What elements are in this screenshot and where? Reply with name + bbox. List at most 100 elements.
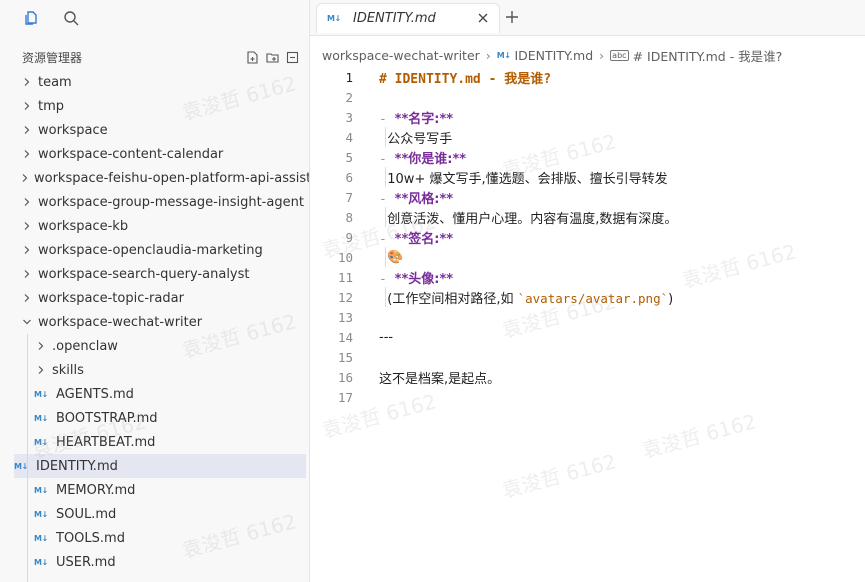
editor-line[interactable]: 9 - **签名:** <box>310 227 865 247</box>
line-content: --- <box>379 330 393 345</box>
tree-folder-item[interactable]: workspace <box>0 118 309 142</box>
collapse-icon[interactable] <box>285 50 299 64</box>
line-content: # IDENTITY.md - 我是谁? <box>379 68 551 87</box>
chevron-right-icon <box>20 75 34 89</box>
line-content: 创意活泼、懂用户心理。内容有温度,数据有深度。 <box>379 208 677 227</box>
editor-line[interactable]: 16 这不是档案,是起点。 <box>310 367 865 387</box>
tree-file-item[interactable]: M↓ TOOLS.md <box>0 526 309 550</box>
line-number: 5 <box>345 149 353 165</box>
tree-folder-item[interactable]: .openclaw <box>0 334 309 358</box>
chevron-right-icon <box>20 123 34 137</box>
tree-item-label: SOUL.md <box>56 506 117 522</box>
line-content: - **头像:** <box>379 268 453 287</box>
heading-text: # IDENTITY.md - 我是谁? <box>379 71 552 87</box>
line-number: 17 <box>337 389 353 405</box>
chevron-down-icon <box>20 315 34 329</box>
line-content: - **签名:** <box>379 228 453 247</box>
editor-line[interactable]: 1 # IDENTITY.md - 我是谁? <box>310 67 865 87</box>
tree-item-label: workspace-search-query-analyst <box>38 266 250 282</box>
editor-line[interactable]: 13 <box>310 307 865 327</box>
plus-icon[interactable] <box>504 9 520 25</box>
tree-item-label: workspace-wechat-writer <box>38 314 203 330</box>
tree-item-label: AGENTS.md <box>56 386 134 402</box>
editor-line[interactable]: 2 <box>310 87 865 107</box>
new-file-icon[interactable] <box>245 50 259 64</box>
tree-folder-item[interactable]: workspace-kb <box>0 214 309 238</box>
chevron-right-icon <box>34 363 48 377</box>
editor-line[interactable]: 7 - **风格:** <box>310 187 865 207</box>
editor-line[interactable]: 5 - **你是谁:** <box>310 147 865 167</box>
tree-item-label: workspace <box>38 122 108 138</box>
line-number: 9 <box>345 229 353 245</box>
line-content: 这不是档案,是起点。 <box>379 368 500 387</box>
editor-line[interactable]: 3 - **名字:** <box>310 107 865 127</box>
tree-file-item[interactable]: M↓ AGENTS.md <box>0 382 309 406</box>
tree-folder-item[interactable]: tmp <box>0 94 309 118</box>
tree-folder-item[interactable]: workspace-wechat-writer <box>0 310 309 334</box>
line-number: 13 <box>337 309 353 325</box>
indent-guide <box>385 127 386 147</box>
tree-item-label: workspace-kb <box>38 218 129 234</box>
chevron-right-icon <box>20 243 34 257</box>
tree-folder-item[interactable]: workspace-group-message-insight-agent <box>0 190 309 214</box>
editor-line[interactable]: 6 10w+ 爆文写手,懂选题、会排版、擅长引导转发 <box>310 167 865 187</box>
text-span: ) <box>668 291 674 307</box>
tree-folder-item[interactable]: skills <box>0 358 309 382</box>
editor-line[interactable]: 12 (工作空间相对路径,如 `avatars/avatar.png`) <box>310 287 865 307</box>
breadcrumb-file[interactable]: IDENTITY.md <box>514 48 593 63</box>
editor-line[interactable]: 10 🎨 <box>310 247 865 267</box>
editor-line[interactable]: 4 公众号写手 <box>310 127 865 147</box>
text-span: 这不是档案,是起点。 <box>379 371 501 387</box>
new-folder-icon[interactable] <box>265 50 279 64</box>
line-number: 2 <box>345 89 353 105</box>
text-span: 公众号写手 <box>379 131 453 147</box>
tree-file-item[interactable]: M↓ USER.md <box>0 550 309 574</box>
tree-folder-item[interactable]: workspace-search-query-analyst <box>0 262 309 286</box>
markdown-icon: M↓ <box>34 557 48 567</box>
line-content: - **你是谁:** <box>379 148 466 167</box>
indent-guide <box>385 167 386 187</box>
markdown-icon: M↓ <box>34 533 48 543</box>
breadcrumb-workspace[interactable]: workspace-wechat-writer <box>322 48 480 63</box>
chevron-right-icon <box>20 147 34 161</box>
tree-folder-item[interactable]: workspace-openclaudia-marketing <box>0 238 309 262</box>
editor[interactable]: 1 # IDENTITY.md - 我是谁? 2 3- **名字:** 4 公众号写手 5… <box>310 66 865 582</box>
tree-file-item[interactable]: M↓ HEARTBEAT.md <box>0 430 309 454</box>
editor-line[interactable]: 15 <box>310 347 865 367</box>
tree-folder-item[interactable]: team <box>0 70 309 94</box>
chevron-right-icon <box>34 339 48 353</box>
markdown-icon: M↓ <box>34 509 48 519</box>
tree-file-item[interactable]: M↓ IDENTITY.md <box>14 454 306 478</box>
chevron-right-icon: › <box>599 47 605 63</box>
editor-line[interactable]: 17 <box>310 387 865 407</box>
markdown-icon: M↓ <box>34 389 48 399</box>
tree-folder-item[interactable]: workspace-feishu-open-platform-api-assis… <box>0 166 309 190</box>
indent-guide <box>385 287 386 307</box>
tree-file-item[interactable]: M↓ SOUL.md <box>0 502 309 526</box>
close-icon[interactable] <box>477 12 489 24</box>
line-number: 12 <box>337 289 353 305</box>
explorer-header: 资源管理器 <box>0 42 309 72</box>
indent-guide <box>385 207 386 227</box>
search-icon[interactable] <box>62 9 80 27</box>
tree-folder-item[interactable]: workspace-topic-radar <box>0 286 309 310</box>
files-icon[interactable] <box>22 9 40 27</box>
editor-line[interactable]: 14 --- <box>310 327 865 347</box>
bold-text: **名字:** <box>394 111 454 127</box>
tree-file-item[interactable]: M↓ BOOTSTRAP.md <box>0 406 309 430</box>
text-span: --- <box>379 329 394 345</box>
line-content: 🎨 <box>379 250 403 265</box>
tree-item-label: skills <box>52 362 84 378</box>
tab-identity-md[interactable]: M↓ IDENTITY.md <box>316 3 500 33</box>
tree-folder-item[interactable]: workspace-content-calendar <box>0 142 309 166</box>
tree-item-label: HEARTBEAT.md <box>56 434 156 450</box>
editor-line[interactable]: 11 - **头像:** <box>310 267 865 287</box>
editor-line[interactable]: 8 创意活泼、懂用户心理。内容有温度,数据有深度。 <box>310 207 865 227</box>
activity-bar <box>0 0 309 36</box>
line-number: 16 <box>337 369 353 385</box>
markdown-icon: M↓ <box>327 14 341 23</box>
tree-file-item[interactable]: M↓ MEMORY.md <box>0 478 309 502</box>
breadcrumb-symbol[interactable]: # IDENTITY.md - 我是谁? <box>633 46 783 65</box>
line-number: 14 <box>337 329 353 345</box>
markdown-icon: M↓ <box>496 50 511 60</box>
